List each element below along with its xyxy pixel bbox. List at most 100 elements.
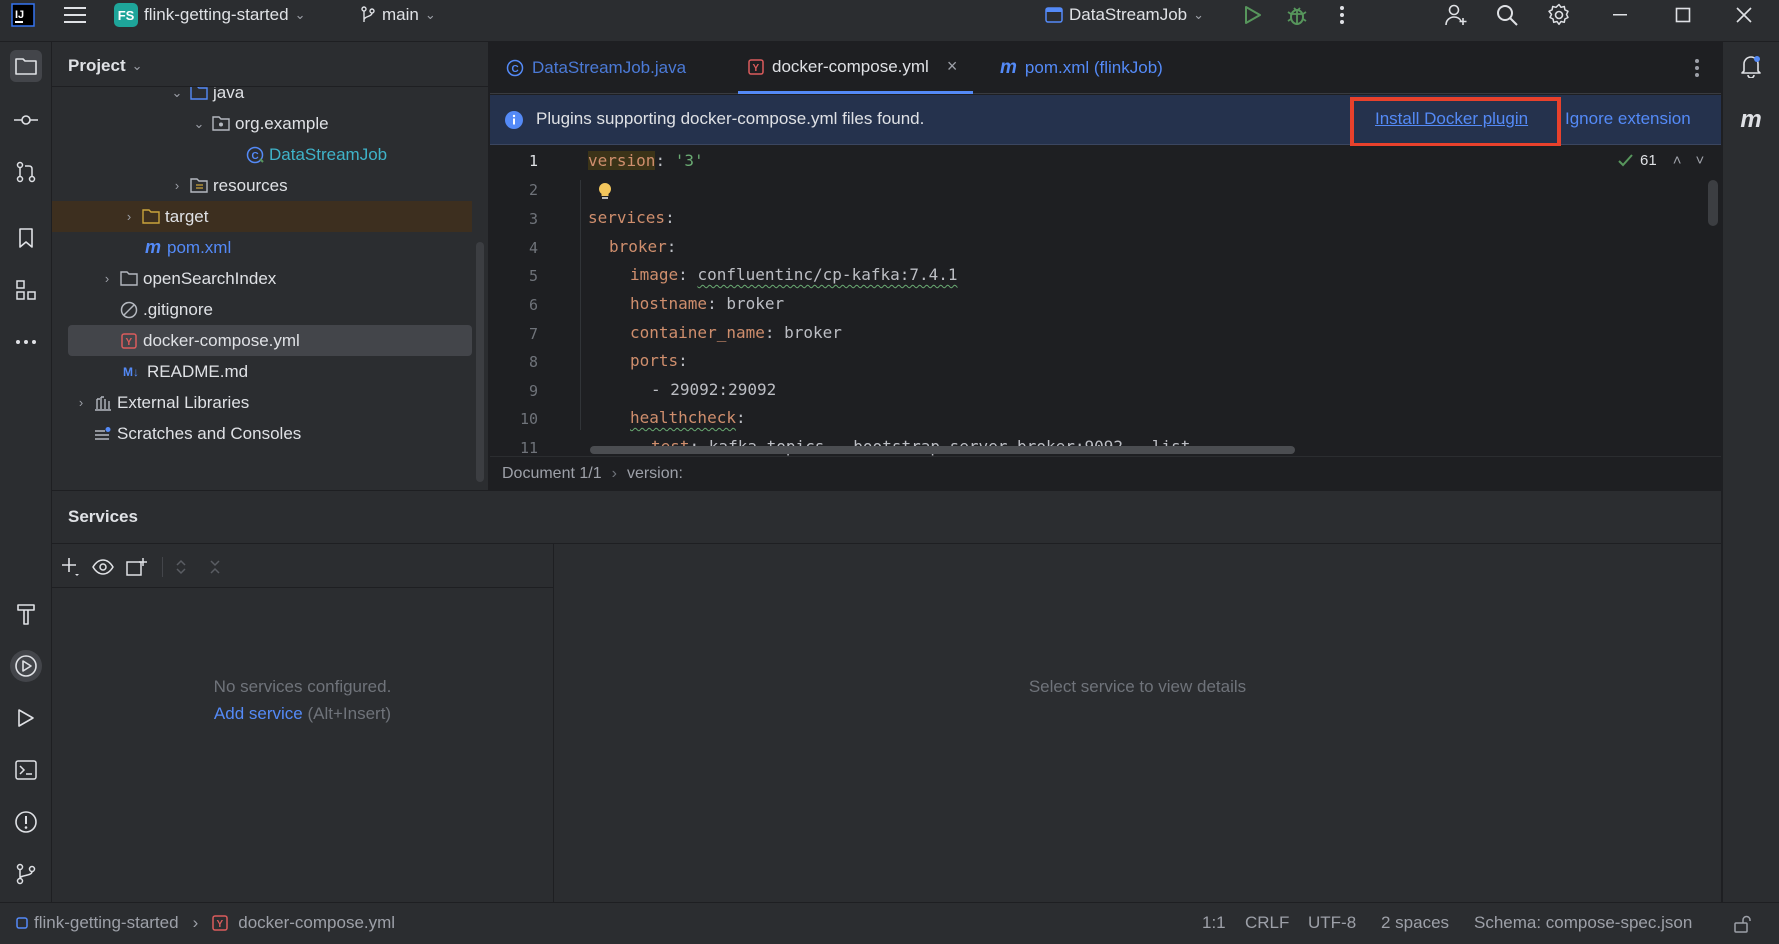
add-service-row: Add service (Alt+Insert): [52, 704, 553, 724]
view-options-eye-icon[interactable]: [88, 552, 118, 582]
tree-item-java[interactable]: ⌄ java: [52, 87, 472, 108]
line-number: 8: [528, 353, 538, 371]
problems-icon[interactable]: [10, 806, 42, 838]
json-schema[interactable]: Schema: compose-spec.json: [1474, 913, 1692, 933]
branch-name: main: [382, 5, 419, 24]
services-tool-icon[interactable]: [10, 650, 42, 682]
status-bar: flink-getting-started › Y docker-compose…: [0, 902, 1779, 944]
line-number: 5: [528, 267, 538, 285]
main-menu-icon[interactable]: [60, 0, 90, 30]
close-tab-icon[interactable]: ×: [947, 56, 958, 77]
svg-text:IJ: IJ: [15, 9, 24, 21]
ignore-extension-link[interactable]: Ignore extension: [1565, 109, 1691, 129]
project-scrollbar[interactable]: [476, 242, 484, 482]
tree-item-pom-xml[interactable]: m pom.xml: [52, 232, 472, 263]
tree-item-readme[interactable]: M↓ README.md: [52, 356, 472, 387]
editor-breadcrumb: Document 1/1 › version:: [490, 456, 1721, 490]
code-line: services:: [588, 208, 675, 227]
tree-item-resources[interactable]: › resources: [52, 170, 472, 201]
chevron-down-icon[interactable]: ˅: [1695, 152, 1704, 169]
code-line: version: '3': [588, 151, 704, 170]
tab-options-icon[interactable]: [1682, 53, 1712, 83]
commit-icon[interactable]: [10, 104, 42, 136]
notifications-bell-icon[interactable]: [1735, 50, 1767, 82]
breadcrumb-document[interactable]: Document 1/1: [502, 465, 602, 483]
markdown-icon: M↓: [123, 364, 139, 379]
run-icon[interactable]: [1238, 0, 1268, 30]
build-hammer-icon[interactable]: [10, 598, 42, 630]
tree-item-label: openSearchIndex: [143, 268, 277, 288]
terminal-icon[interactable]: [10, 754, 42, 786]
chevron-right-icon: ›: [104, 271, 110, 286]
search-icon[interactable]: [1492, 0, 1522, 30]
line-number: 10: [519, 410, 538, 428]
file-encoding[interactable]: UTF-8: [1308, 913, 1356, 933]
tree-item-org-example[interactable]: ⌄ org.example: [52, 108, 472, 139]
project-selector[interactable]: FS flink-getting-started ⌄: [114, 0, 305, 30]
tree-item-docker-compose[interactable]: Y docker-compose.yml: [68, 325, 472, 356]
code-editor[interactable]: 1 2 3 4 5 6 7 8 9 10 11 version: '3' ser…: [490, 146, 1721, 456]
tree-item-target[interactable]: › target: [52, 201, 472, 232]
run-config-selector[interactable]: DataStreamJob ⌄: [1045, 0, 1204, 30]
chevron-up-icon[interactable]: ˄: [1673, 152, 1682, 169]
project-panel-header[interactable]: Project ⌄: [68, 56, 143, 76]
minimize-icon[interactable]: [1606, 0, 1636, 30]
inspection-widget[interactable]: 61 ˄ ˅: [1618, 152, 1704, 169]
indent-setting[interactable]: 2 spaces: [1381, 913, 1449, 933]
tree-item-label: DataStreamJob: [269, 144, 388, 164]
code-line: healthcheck:: [630, 408, 746, 427]
caret-position[interactable]: 1:1: [1202, 913, 1226, 933]
lock-icon[interactable]: [1727, 909, 1757, 939]
tab-datastreamjob-java[interactable]: C DataStreamJob.java: [506, 42, 686, 94]
structure-icon[interactable]: [10, 274, 42, 306]
git-icon[interactable]: [10, 858, 42, 890]
close-window-icon[interactable]: [1729, 0, 1759, 30]
debug-icon[interactable]: [1282, 0, 1312, 30]
run-tool-icon[interactable]: [10, 702, 42, 734]
intellij-logo-icon[interactable]: IJ: [8, 0, 38, 30]
lightbulb-icon[interactable]: [597, 182, 613, 202]
branch-selector[interactable]: main ⌄: [360, 0, 436, 30]
status-file-name[interactable]: docker-compose.yml: [238, 913, 395, 933]
editor-tabs: C DataStreamJob.java Y docker-compose.ym…: [490, 42, 1721, 94]
status-project-name[interactable]: flink-getting-started: [34, 913, 179, 933]
tree-item-gitignore[interactable]: .gitignore: [52, 294, 472, 325]
more-actions-icon[interactable]: [1327, 0, 1357, 30]
pull-requests-icon[interactable]: [10, 156, 42, 188]
install-docker-plugin-link[interactable]: Install Docker plugin: [1375, 109, 1528, 129]
new-group-icon[interactable]: [122, 552, 152, 582]
tree-item-datastreamjob[interactable]: C DataStreamJob: [52, 139, 472, 170]
tree-item-label: target: [165, 206, 209, 226]
more-tool-windows-icon[interactable]: [10, 326, 42, 358]
tree-item-external-libraries[interactable]: › External Libraries: [52, 387, 472, 418]
breadcrumb-key[interactable]: version:: [627, 465, 683, 483]
java-class-icon: C: [506, 59, 524, 77]
add-service-link[interactable]: Add service: [214, 704, 303, 723]
line-number: 11: [519, 439, 538, 456]
divider: [52, 587, 553, 588]
tree-item-label: docker-compose.yml: [143, 330, 300, 350]
editor-vertical-scrollbar[interactable]: [1708, 180, 1718, 226]
folder-icon: [120, 270, 138, 288]
add-service-icon[interactable]: [56, 552, 86, 582]
add-user-icon[interactable]: [1441, 0, 1471, 30]
maximize-icon[interactable]: [1668, 0, 1698, 30]
line-separator[interactable]: CRLF: [1245, 913, 1289, 933]
tab-docker-compose-yml[interactable]: Y docker-compose.yml ×: [738, 42, 973, 94]
line-number: 9: [528, 382, 538, 400]
project-tool-folder-icon[interactable]: [10, 50, 42, 82]
editor-horizontal-scrollbar[interactable]: [590, 446, 1295, 454]
package-folder-icon: [212, 115, 230, 133]
tab-label: DataStreamJob.java: [532, 58, 687, 77]
bookmarks-icon[interactable]: [10, 222, 42, 254]
chevron-down-icon: ⌄: [1193, 7, 1205, 22]
tree-item-scratches[interactable]: Scratches and Consoles: [52, 418, 472, 449]
chevron-down-icon: ⌄: [294, 7, 306, 22]
tab-pom-xml[interactable]: m pom.xml (flinkJob): [1000, 42, 1163, 94]
maven-tool-icon[interactable]: m: [1735, 104, 1767, 136]
plugin-suggestion-banner: Plugins supporting docker-compose.yml fi…: [490, 95, 1721, 147]
settings-gear-icon[interactable]: [1544, 0, 1574, 30]
toolbar-separator: [162, 557, 163, 577]
tree-item-opensearchindex[interactable]: › openSearchIndex: [52, 263, 472, 294]
excluded-folder-icon: [142, 208, 160, 226]
